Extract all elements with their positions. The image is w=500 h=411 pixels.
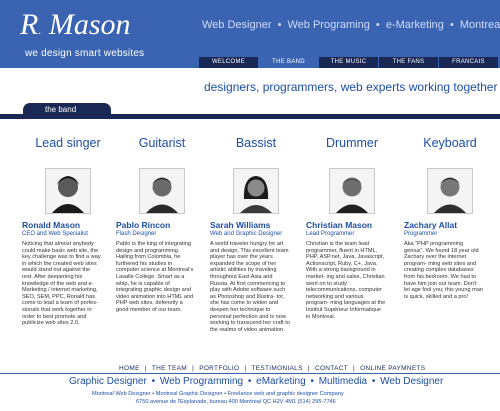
member-bio: A world traveler hungry for art and desi… <box>210 241 290 333</box>
footer-link-separator: | <box>244 365 247 372</box>
tagline-item: Web Programing <box>287 19 370 31</box>
member-card: Drummer Christian Mason Lead Programmer … <box>306 136 398 320</box>
member-bio: Christian is the team lead programmer, f… <box>306 241 386 320</box>
member-bio: Noticing that almost anybody could make … <box>22 241 101 327</box>
person-photo-icon <box>329 168 375 214</box>
member-bio: Aka "PHP programming genius". We found 1… <box>404 241 483 300</box>
member-title: Web and Graphic Designer <box>210 231 283 237</box>
service-item: Graphic Designer <box>69 376 147 387</box>
member-name: Sarah Williams <box>210 220 271 230</box>
footer-link-online-payments[interactable]: ONLINE PAYMNETS <box>360 365 425 372</box>
logo-subtitle: we design smart websites <box>25 48 145 59</box>
nav-the-music[interactable]: THE MUSIC <box>318 57 378 68</box>
service-separator: • <box>151 376 156 387</box>
tagline-separator: • <box>277 19 282 31</box>
person-photo-icon <box>427 168 473 214</box>
member-card: Keyboard Zachary Allat Programmer Aka "P… <box>404 136 496 300</box>
member-role: Drummer <box>325 136 379 150</box>
person-photo-icon <box>45 168 91 214</box>
logo-name: Mason <box>48 8 131 41</box>
member-role: Lead singer <box>35 136 101 150</box>
nav-the-fans[interactable]: THE FANS <box>378 57 438 68</box>
service-item: Web Programming <box>159 376 244 387</box>
member-card: Guitarist Pablo Rincon Flash Designer Pa… <box>116 136 208 314</box>
footer-divider <box>0 373 500 374</box>
tagline-separator: • <box>449 19 454 31</box>
member-bio: Pablo is the king of integrating design … <box>116 241 194 313</box>
member-name: Christian Mason <box>306 220 373 230</box>
footer-link-separator: | <box>307 365 310 372</box>
logo-dot: . <box>38 23 42 37</box>
footer-description: Montreal Web Designer • Montreal Graphic… <box>92 391 344 397</box>
service-separator: • <box>247 376 252 387</box>
footer-link-contact[interactable]: CONTACT <box>315 365 348 372</box>
site-header: R. Mason we design smart websites Web De… <box>0 0 500 68</box>
service-item: eMarketing <box>256 376 306 387</box>
member-role: Guitarist <box>138 136 186 150</box>
footer-link-separator: | <box>144 365 147 372</box>
member-name: Zachary Allat <box>404 220 458 230</box>
tagline-item: e-Marketing <box>385 19 444 31</box>
member-card: Lead singer Ronald Mason CEO and Web Spe… <box>22 136 114 327</box>
member-title: Programmer <box>404 231 438 237</box>
person-photo-icon <box>139 168 185 214</box>
service-separator: • <box>310 376 314 387</box>
member-title: Lead Programmer <box>306 231 355 237</box>
footer-nav: HOME | THE TEAM | PORTFOLIO | TESTIMONIA… <box>119 365 425 372</box>
member-role: Bassist <box>235 136 277 150</box>
footer-link-testimonials[interactable]: TESTIMONIALS <box>251 365 302 372</box>
person-photo-icon <box>233 168 279 214</box>
member-role: Keyboard <box>423 136 477 150</box>
site-logo[interactable]: R. Mason <box>20 8 131 47</box>
section-divider <box>0 114 500 119</box>
footer-services: Graphic Designer • Web Programming • eMa… <box>69 376 443 387</box>
tagline-item: Web Designer <box>202 19 272 31</box>
service-separator: • <box>371 376 376 387</box>
footer-link-separator: | <box>352 365 355 372</box>
footer-link-the-team[interactable]: THE TEAM <box>152 365 187 372</box>
service-item: Multimedia <box>318 376 368 387</box>
member-title: CEO and Web Specialist <box>22 231 88 237</box>
member-name: Ronald Mason <box>22 220 81 230</box>
tagline-separator: • <box>375 19 380 31</box>
main-nav: WELCOME THE BAND THE MUSIC THE FANS FRAN… <box>198 57 498 68</box>
header-tagline: Web Designer • Web Programing • e-Market… <box>202 19 500 31</box>
nav-the-band[interactable]: THE BAND <box>258 57 318 68</box>
footer-link-separator: | <box>192 365 195 372</box>
member-card: Bassist Sarah Williams Web and Graphic D… <box>210 136 302 333</box>
service-item: Web Designer <box>380 376 444 387</box>
member-name: Pablo Rincon <box>116 220 171 230</box>
footer-link-home[interactable]: HOME <box>119 365 140 372</box>
nav-francais[interactable]: FRANCAIS <box>438 57 498 68</box>
page-headline: designers, programmers, web experts work… <box>204 80 498 94</box>
footer-link-portfolio[interactable]: PORTFOLIO <box>199 365 239 372</box>
member-title: Flash Designer <box>116 231 157 237</box>
tagline-item: Montreal <box>459 19 500 31</box>
nav-welcome[interactable]: WELCOME <box>198 57 258 68</box>
logo-initial: R <box>20 8 39 41</box>
footer-address: 6750 avenue de l'Esplanade, bureau 400 M… <box>136 399 336 405</box>
